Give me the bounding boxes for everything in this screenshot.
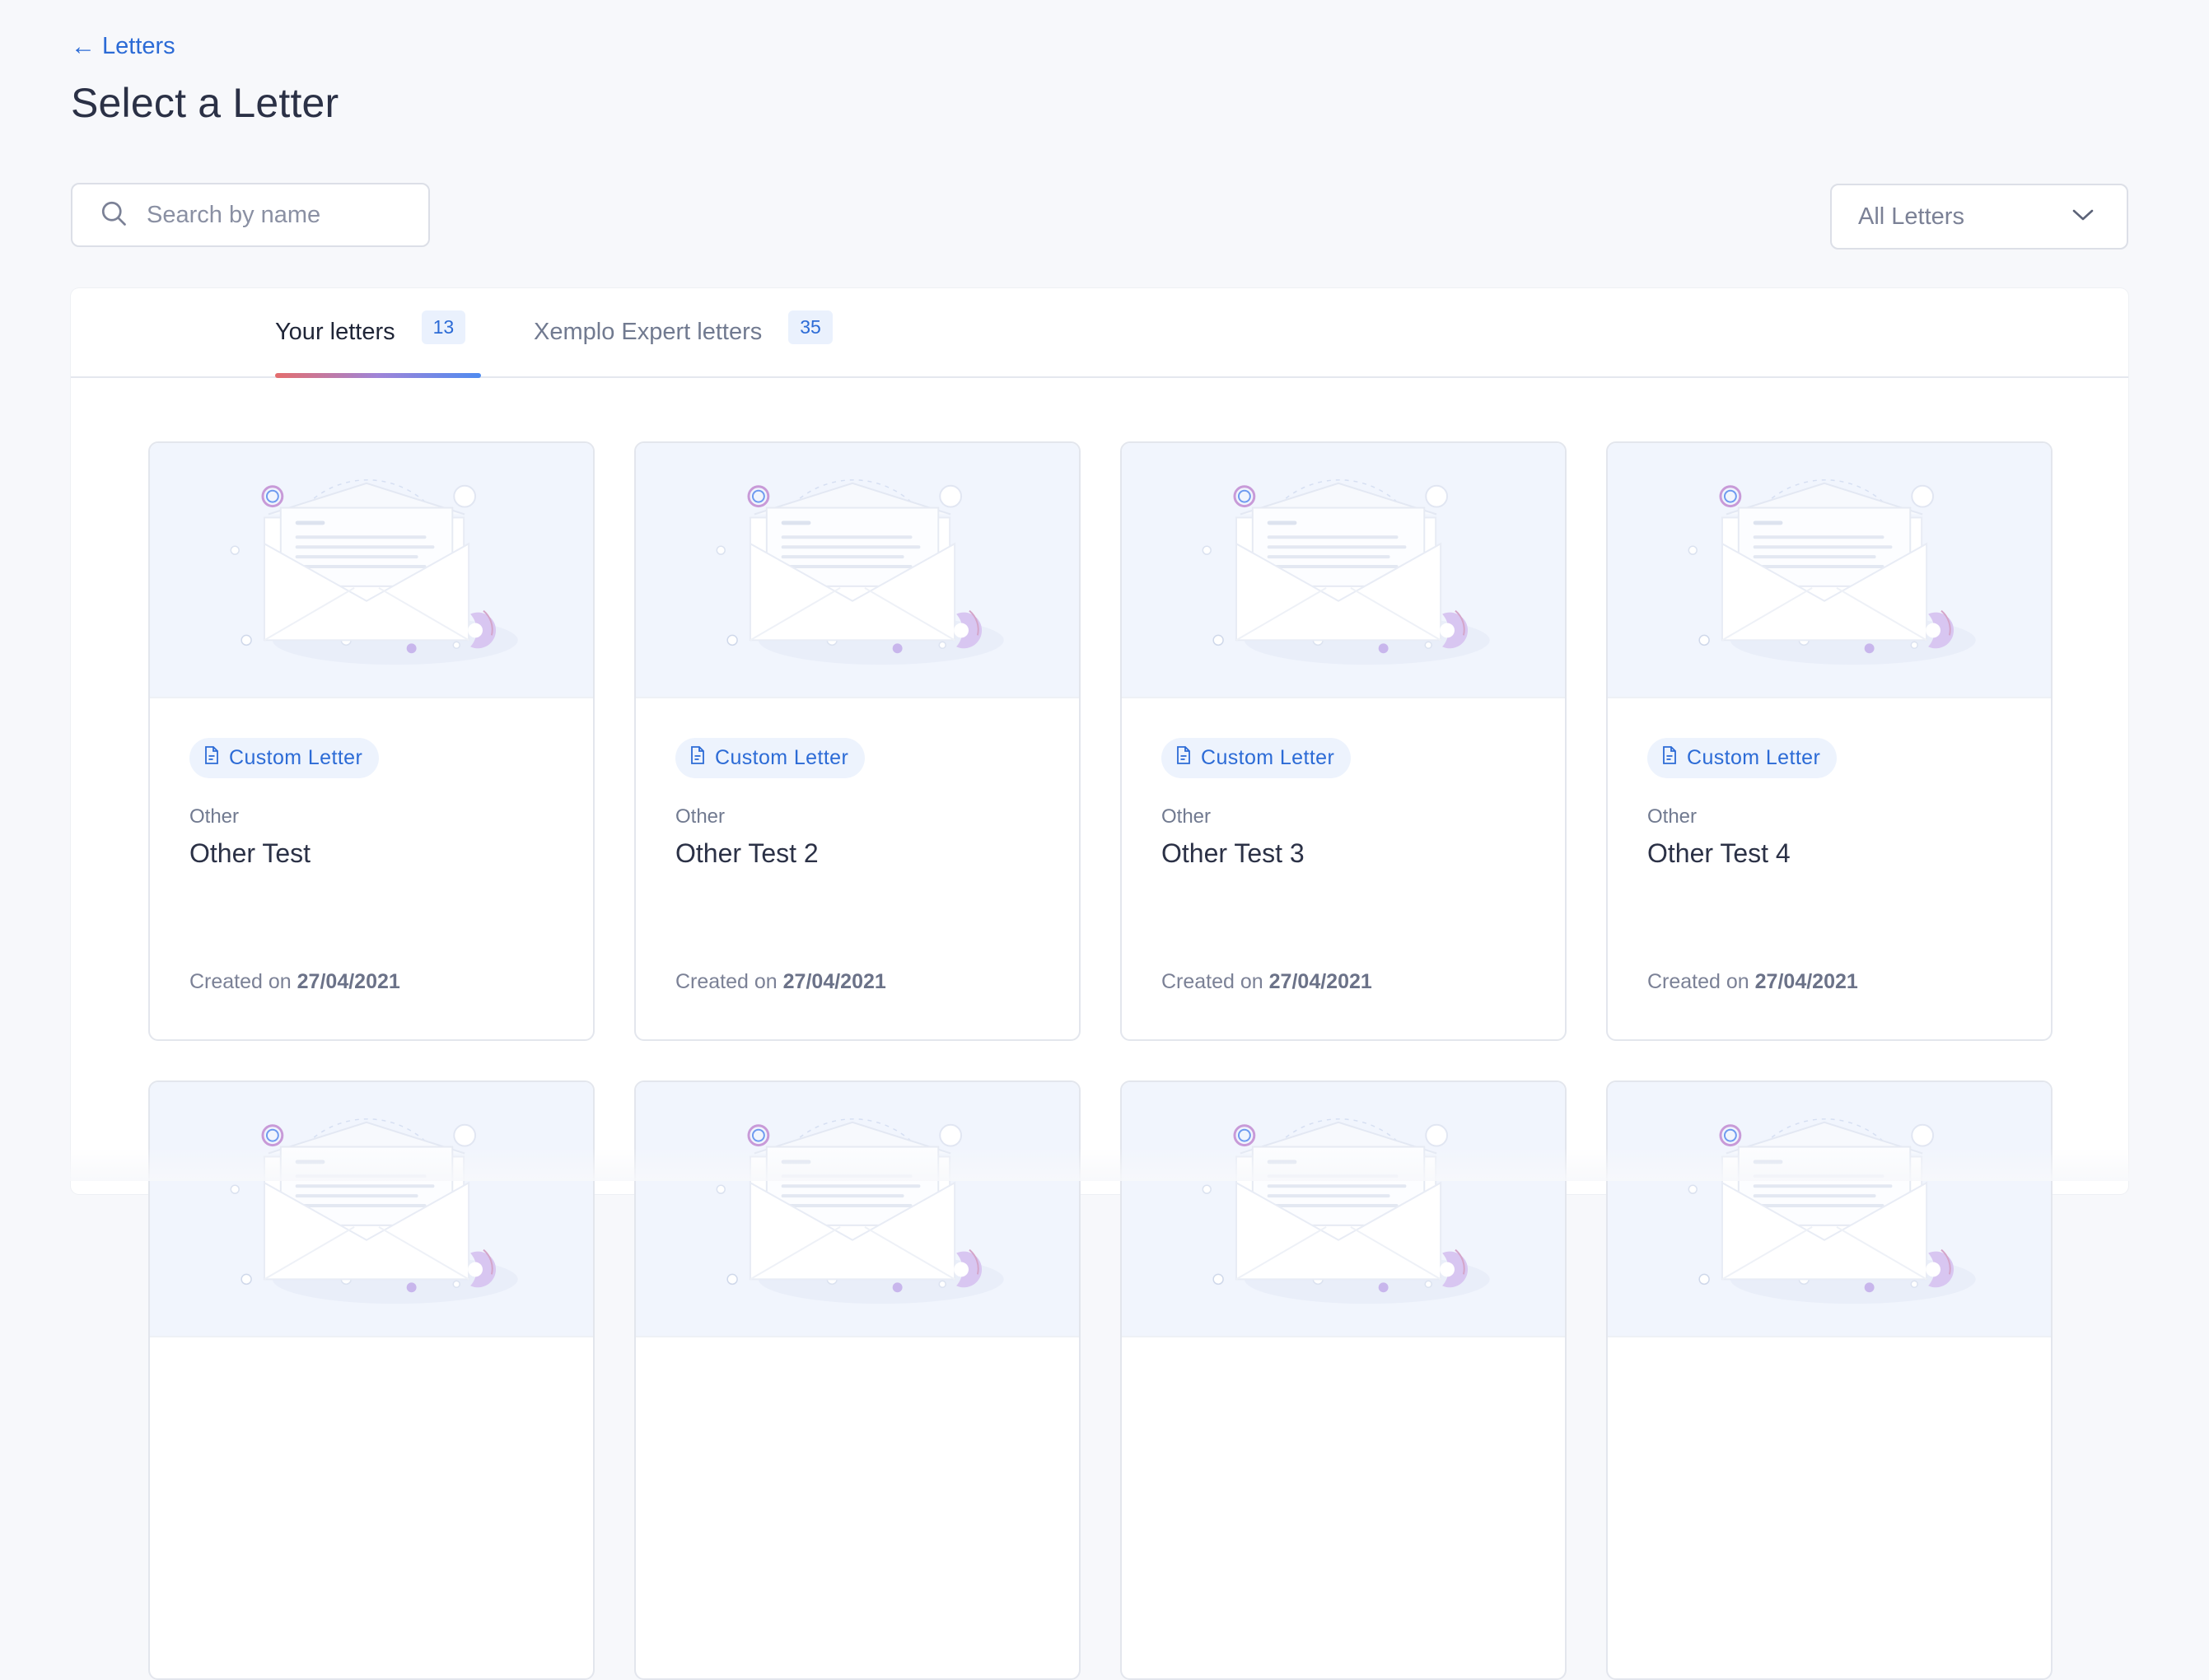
- card-created-date: Created on 27/04/2021: [675, 970, 886, 994]
- back-link-label: Letters: [102, 33, 175, 59]
- envelope-illustration: [1122, 443, 1565, 698]
- custom-letter-badge: Custom Letter: [189, 738, 380, 778]
- document-icon: [689, 745, 707, 771]
- filter-selected-value: All Letters: [1858, 203, 1964, 230]
- card-title: Other Test 2: [675, 838, 819, 868]
- tab-your-letters[interactable]: Your letters 13: [275, 288, 482, 378]
- created-prefix: Created on: [1161, 970, 1263, 993]
- page-title: Select a Letter: [71, 80, 339, 126]
- card-created-date: Created on 27/04/2021: [189, 970, 400, 994]
- document-icon: [1660, 745, 1679, 771]
- card-title: Other Test: [189, 838, 311, 868]
- tab-xemplo-expert-letters[interactable]: Xemplo Expert letters 35: [534, 288, 833, 376]
- badge-label: Custom Letter: [1687, 746, 1821, 769]
- card-created-date: Created on 27/04/2021: [1647, 970, 1858, 994]
- created-date-value: 27/04/2021: [297, 970, 400, 993]
- custom-letter-badge: Custom Letter: [1647, 738, 1838, 778]
- envelope-illustration: [150, 443, 593, 698]
- search-icon: [99, 198, 128, 232]
- badge-label: Custom Letter: [715, 746, 849, 769]
- letters-panel: Your letters 13 Xemplo Expert letters 35: [71, 288, 2128, 1680]
- card-category: Other: [1161, 805, 1212, 828]
- letter-card[interactable]: Custom Letter Other Other Test 3 Created…: [1120, 441, 1567, 1041]
- card-category: Other: [1647, 805, 1698, 828]
- badge-label: Custom Letter: [229, 746, 363, 769]
- letter-card[interactable]: Custom Letter Other Other Test Created o…: [148, 441, 595, 1041]
- document-icon: [1175, 745, 1193, 771]
- created-date-value: 27/04/2021: [1754, 970, 1858, 993]
- letter-filter-select[interactable]: All Letters: [1830, 184, 2128, 250]
- created-date-value: 27/04/2021: [1268, 970, 1372, 993]
- created-prefix: Created on: [189, 970, 292, 993]
- back-link-letters[interactable]: ← Letters: [71, 33, 175, 60]
- badge-label: Custom Letter: [1201, 746, 1335, 769]
- custom-letter-badge: Custom Letter: [675, 738, 866, 778]
- envelope-illustration: [1608, 1082, 2051, 1337]
- tab-count-badge: 35: [788, 310, 833, 344]
- envelope-illustration: [636, 1082, 1079, 1337]
- letter-card[interactable]: Custom Letter Other Other Test 2 Created…: [634, 441, 1081, 1041]
- tab-count-badge: 13: [421, 310, 466, 344]
- envelope-illustration: [1608, 443, 2051, 698]
- card-title: Other Test 4: [1647, 838, 1791, 868]
- letter-card-grid: Custom Letter Other Other Test Created o…: [148, 441, 2053, 1680]
- tab-label: Xemplo Expert letters: [534, 319, 763, 345]
- letter-card[interactable]: Custom Letter Other Other Test 4 Created…: [1606, 441, 2053, 1041]
- scroll-fade: [0, 1148, 2209, 1181]
- card-category: Other: [189, 805, 240, 828]
- card-created-date: Created on 27/04/2021: [1161, 970, 1372, 994]
- envelope-illustration: [1122, 1082, 1565, 1337]
- custom-letter-badge: Custom Letter: [1161, 738, 1352, 778]
- tab-bar: Your letters 13 Xemplo Expert letters 35: [71, 288, 2128, 378]
- created-prefix: Created on: [1647, 970, 1749, 993]
- envelope-illustration: [150, 1082, 593, 1337]
- document-icon: [203, 745, 221, 771]
- created-prefix: Created on: [675, 970, 778, 993]
- card-category: Other: [675, 805, 726, 828]
- chevron-down-icon: [2071, 207, 2095, 227]
- arrow-left-icon: ←: [71, 32, 96, 60]
- tab-label: Your letters: [275, 319, 395, 345]
- created-date-value: 27/04/2021: [782, 970, 886, 993]
- card-title: Other Test 3: [1161, 838, 1305, 868]
- search-box[interactable]: [71, 183, 430, 247]
- search-input[interactable]: [145, 200, 395, 230]
- envelope-illustration: [636, 443, 1079, 698]
